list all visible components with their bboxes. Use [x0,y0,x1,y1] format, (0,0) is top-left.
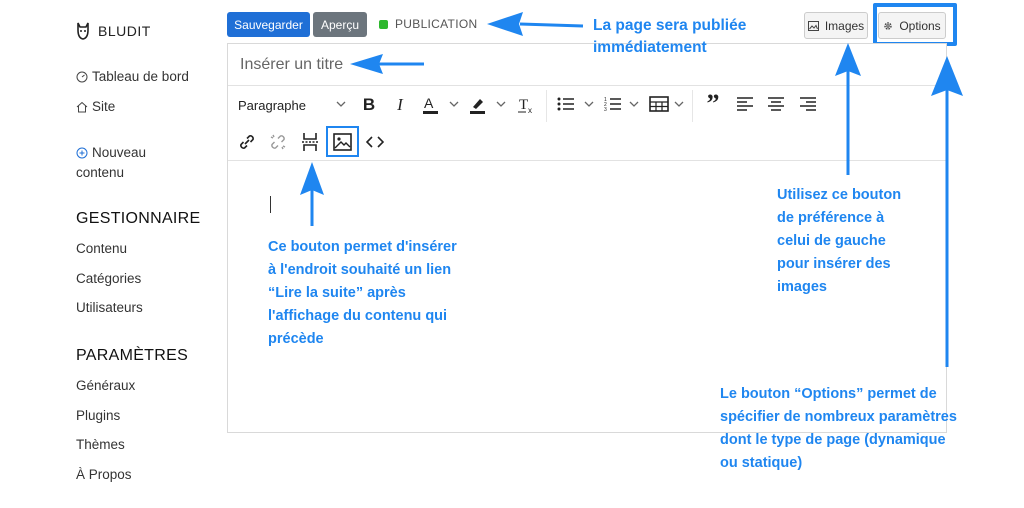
read-more-annotation: Ce bouton permet d'insérer à l'endroit s… [268,236,457,351]
annotation-line: immédiatement [593,39,707,56]
annotation-line: pour insérer des [777,256,891,272]
annotation-line: de préférence à [777,210,885,226]
annotation-line: Le bouton “Options” permet de [720,386,937,402]
annotation-line: Utilisez ce bouton [777,187,902,203]
annotation-line: images [777,279,827,295]
annotation-line: ou statique) [720,455,803,471]
annotation-line: “Lire la suite” après [268,285,406,301]
annotation-line: dont le type de page (dynamique [720,432,946,448]
publish-annotation: La page sera publiée immédiatement [593,15,746,59]
annotation-line: l'affichage du contenu qui [268,308,448,324]
options-annotation: Le bouton “Options” permet de spécifier … [720,383,957,475]
annotation-line: précède [268,331,324,347]
images-annotation: Utilisez ce bouton de préférence à celui… [777,184,901,299]
annotation-line: spécifier de nombreux paramètres [720,409,957,425]
annotation-line: Ce bouton permet d'insérer [268,239,457,255]
annotation-line: La page sera publiée [593,17,747,34]
annotation-line: celui de gauche [777,233,886,249]
annotation-line: à l'endroit souhaité un lien [268,262,452,278]
